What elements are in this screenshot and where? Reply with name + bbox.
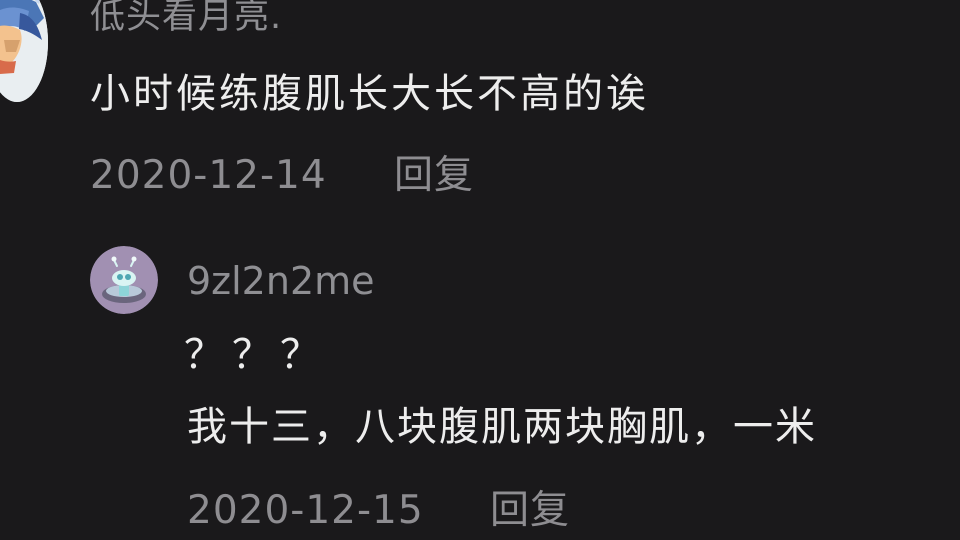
reply-text-line-1: ？？？ [184, 332, 328, 378]
reply-avatar[interactable] [90, 246, 158, 314]
reply-text-line-2: 我十三，八块腹肌两块胸肌，一米 [187, 404, 817, 450]
reply-date: 2020-12-15 [187, 488, 424, 533]
avatar[interactable] [0, 0, 48, 102]
alien-avatar-icon [90, 246, 158, 314]
avatar-image [0, 0, 48, 102]
reply-username[interactable]: 9zl2n2me [187, 262, 375, 300]
reply-reply-button[interactable]: 回复 [490, 491, 570, 530]
comment-thread-screen: 低头看月亮. 小时候练腹肌长大长不高的诶 2020-12-14 回复 9zl2n… [0, 0, 960, 540]
comment-text: 小时候练腹肌长大长不高的诶 [90, 71, 649, 117]
comment-username[interactable]: 低头看月亮. [90, 0, 282, 35]
comment-reply-button[interactable]: 回复 [394, 156, 474, 195]
comment-date: 2020-12-14 [90, 153, 327, 198]
